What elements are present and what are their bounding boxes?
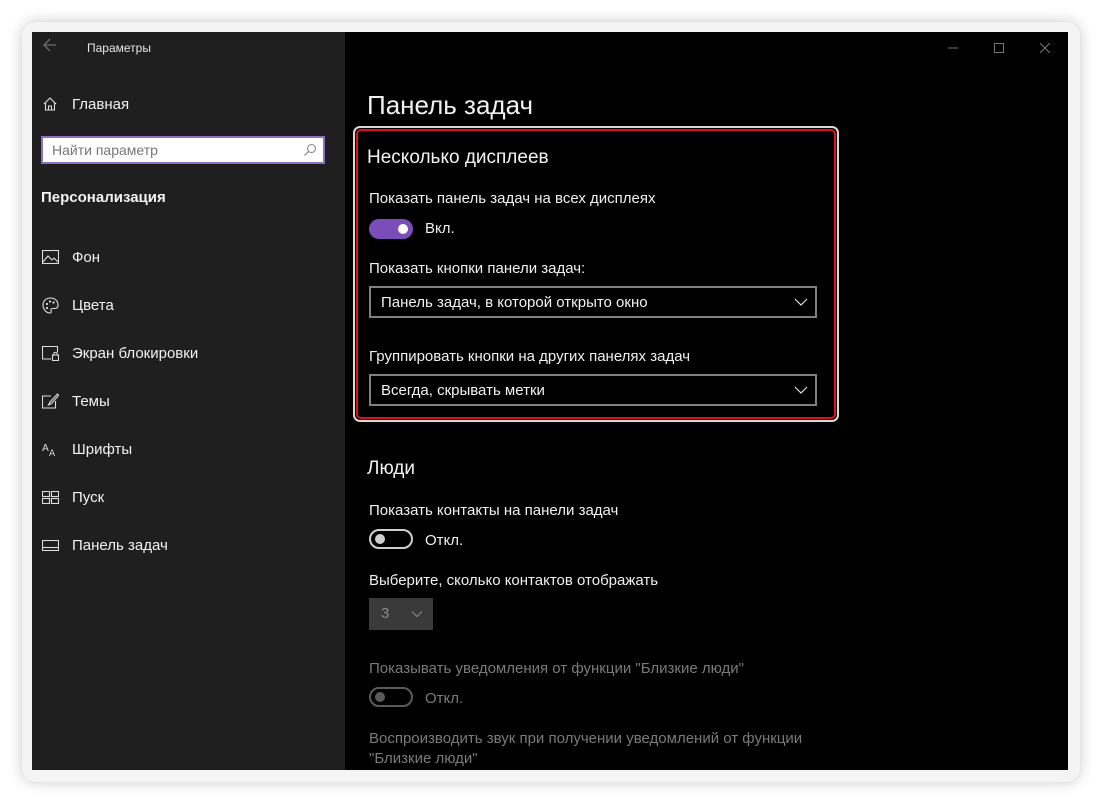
chevron-down-icon [794,295,808,309]
sidebar-item-fonts[interactable]: A A Шрифты [32,431,345,467]
back-arrow-icon [43,38,56,52]
start-icon [41,488,59,506]
search-input[interactable] [43,138,302,162]
sidebar-item-label: Фон [72,248,101,266]
sidebar-item-colors[interactable]: Цвета [32,287,345,323]
settings-window: Параметры Главная Персонализация [32,32,1068,770]
maximize-button[interactable] [976,32,1022,64]
palette-icon [41,296,59,314]
app-title: Параметры [87,41,151,55]
sidebar-item-label: Пуск [72,488,105,506]
sidebar-item-label: Шрифты [72,440,133,458]
svg-text:A: A [49,449,56,457]
themes-icon [41,392,59,410]
maximize-icon [994,43,1004,53]
sidebar-item-label: Темы [72,392,110,410]
toggle-knob [375,534,385,544]
show-taskbar-all-displays-toggle[interactable] [369,219,413,239]
combine-buttons-label: Группировать кнопки на других панелях за… [369,348,691,365]
people-title: Люди [367,458,416,479]
page-title: Панель задач [367,90,534,120]
show-buttons-label: Показать кнопки панели задач: [369,260,586,277]
window-controls [930,32,1068,64]
people-sound-label-line2: "Близкие люди" [369,750,478,767]
back-button[interactable] [40,38,60,58]
search-icon[interactable] [303,143,317,157]
sidebar-item-label: Главная [72,95,130,113]
fonts-icon: A A [41,440,59,458]
show-buttons-dropdown[interactable]: Панель задач, в которой открыто окно [369,286,817,318]
sidebar-item-label: Экран блокировки [72,344,199,362]
select-value: 3 [381,605,390,622]
sidebar-item-lock-screen[interactable]: Экран блокировки [32,335,345,371]
chevron-down-icon [794,383,808,397]
minimize-icon [948,47,958,49]
sidebar: Параметры Главная Персонализация [32,32,345,770]
title-bar: Параметры [32,32,345,64]
show-taskbar-all-displays-label: Показать панель задач на всех дисплеях [369,190,656,207]
sidebar-item-label: Цвета [72,296,114,314]
toggle-state-text: Откл. [425,690,464,707]
multi-display-title: Несколько дисплеев [367,147,549,168]
sidebar-item-start[interactable]: Пуск [32,479,345,515]
taskbar-icon [41,536,59,554]
toggle-state-text: Откл. [425,532,464,549]
toggle-knob [375,692,385,702]
content-pane: Панель задач Несколько дисплеев Показать… [345,32,1068,770]
sidebar-section-title: Персонализация [41,189,166,206]
sidebar-item-label: Панель задач [72,536,168,554]
chevron-down-icon [411,607,423,619]
toggle-state-text: Вкл. [425,220,455,237]
people-sound-label-line1: Воспроизводить звук при получении уведом… [369,730,803,747]
dropdown-value: Всегда, скрывать метки [381,382,545,399]
show-contacts-label: Показать контакты на панели задач [369,502,619,519]
sidebar-item-taskbar[interactable]: Панель задач [32,527,345,563]
close-icon [1040,43,1050,53]
sidebar-item-themes[interactable]: Темы [32,383,345,419]
minimize-button[interactable] [930,32,976,64]
people-notifications-toggle[interactable] [369,687,413,707]
toggle-knob [398,224,408,234]
dropdown-value: Панель задач, в которой открыто окно [381,294,648,311]
contact-count-select[interactable]: 3 [369,598,433,630]
picture-icon [41,248,59,266]
sidebar-item-home[interactable]: Главная [32,88,345,120]
combine-buttons-dropdown[interactable]: Всегда, скрывать метки [369,374,817,406]
search-box[interactable] [41,136,325,164]
home-icon [41,95,59,113]
close-button[interactable] [1022,32,1068,64]
sidebar-item-background[interactable]: Фон [32,239,345,275]
people-notifications-label: Показывать уведомления от функции "Близк… [369,660,744,677]
show-contacts-toggle[interactable] [369,529,413,549]
contact-count-label: Выберите, сколько контактов отображать [369,572,659,589]
lock-screen-icon [41,344,59,362]
svg-text:A: A [42,443,49,454]
